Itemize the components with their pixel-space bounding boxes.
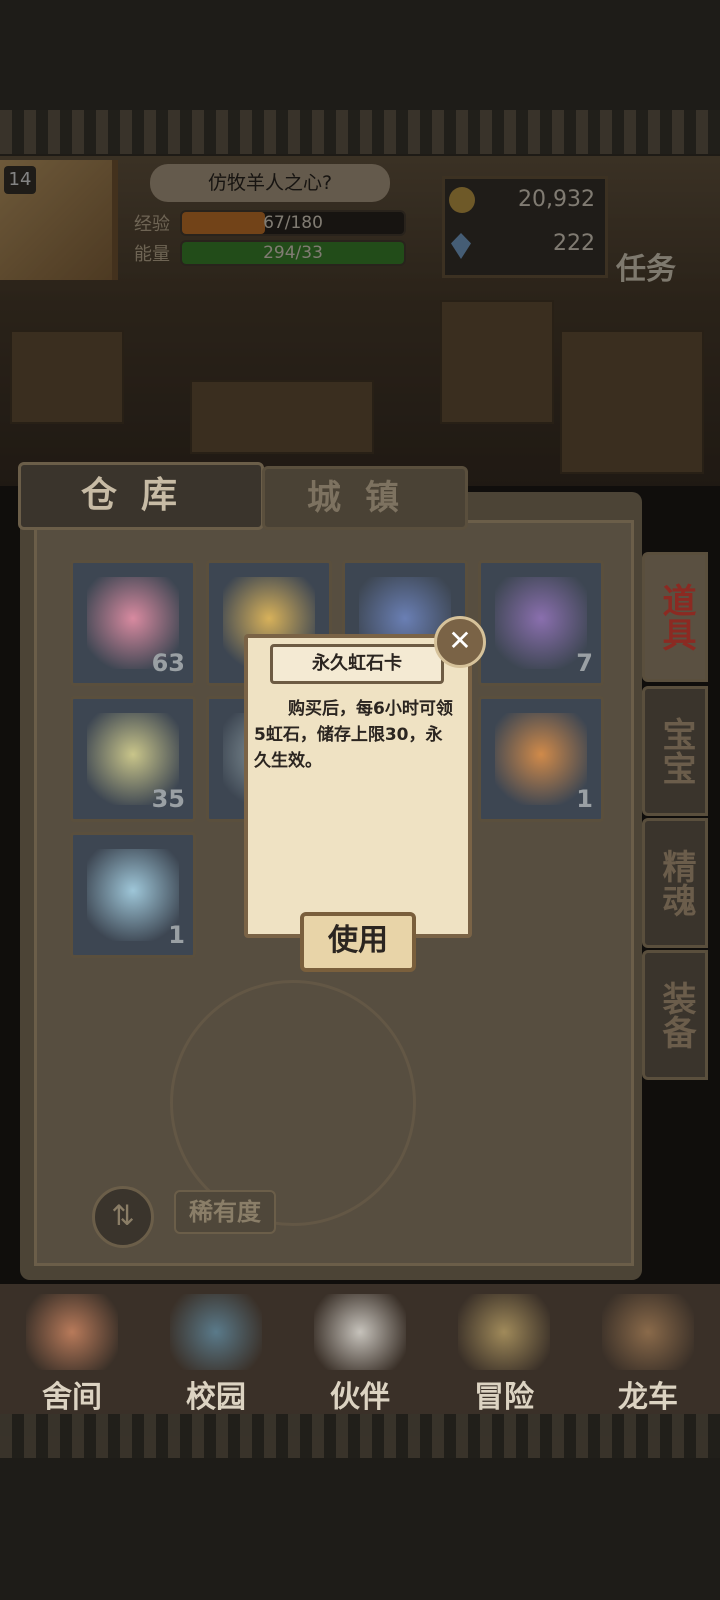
dragon-cart-icon (602, 1294, 694, 1370)
rainbow-potion-icon (87, 849, 179, 941)
rarity-sort-button[interactable]: 稀有度 (174, 1190, 276, 1234)
use-button[interactable]: 使用 (300, 912, 416, 972)
item-name: 永久虹石卡 (270, 644, 444, 684)
witch-icon (314, 1294, 406, 1370)
side-tab-equipment[interactable]: 装备 (642, 950, 708, 1080)
nav-dragon-cart[interactable]: 龙车 (576, 1284, 720, 1415)
item-count: 1 (168, 921, 185, 949)
side-tab-pets[interactable]: 宝宝 (642, 686, 708, 816)
item-count: 7 (576, 649, 593, 677)
nav-dormitory[interactable]: 舍间 (0, 1284, 144, 1415)
side-tab-spirits[interactable]: 精魂 (642, 818, 708, 948)
inventory-slot[interactable]: 7 (478, 560, 604, 686)
nav-label: 舍间 (42, 1380, 102, 1415)
tab-warehouse[interactable]: 仓库 (18, 462, 264, 530)
nav-partners[interactable]: 伙伴 (288, 1284, 432, 1415)
inventory-slot[interactable]: 35 (70, 696, 196, 822)
item-description: 购买后，每6小时可领5虹石，储存上限30，永久生效。 (254, 699, 453, 771)
house-icon (26, 1294, 118, 1370)
nav-campus[interactable]: 校园 (144, 1284, 288, 1415)
purple-crystal-icon (495, 577, 587, 669)
adventure-icon (458, 1294, 550, 1370)
inventory-slot[interactable]: 1 (478, 696, 604, 822)
side-tab-items[interactable]: 道具 (642, 552, 708, 682)
nav-label: 龙车 (618, 1380, 678, 1415)
inventory-slot[interactable]: 63 (70, 560, 196, 686)
nav-label: 校园 (186, 1380, 246, 1415)
sort-toggle-icon[interactable]: ⇅ (92, 1186, 154, 1248)
top-bar (0, 0, 720, 110)
item-count: 1 (576, 785, 593, 813)
tab-town[interactable]: 城镇 (262, 466, 468, 530)
top-border (0, 110, 720, 154)
close-icon[interactable]: ✕ (434, 616, 486, 668)
inventory-slot[interactable]: 1 (70, 832, 196, 958)
bottom-border (0, 1414, 720, 1458)
bottom-bar (0, 1458, 720, 1600)
nav-label: 冒险 (474, 1380, 534, 1415)
item-count: 63 (151, 649, 185, 677)
gift-bag-icon (495, 713, 587, 805)
campus-icon (170, 1294, 262, 1370)
item-count: 35 (151, 785, 185, 813)
nav-adventure[interactable]: 冒险 (432, 1284, 576, 1415)
nav-label: 伙伴 (330, 1380, 390, 1415)
